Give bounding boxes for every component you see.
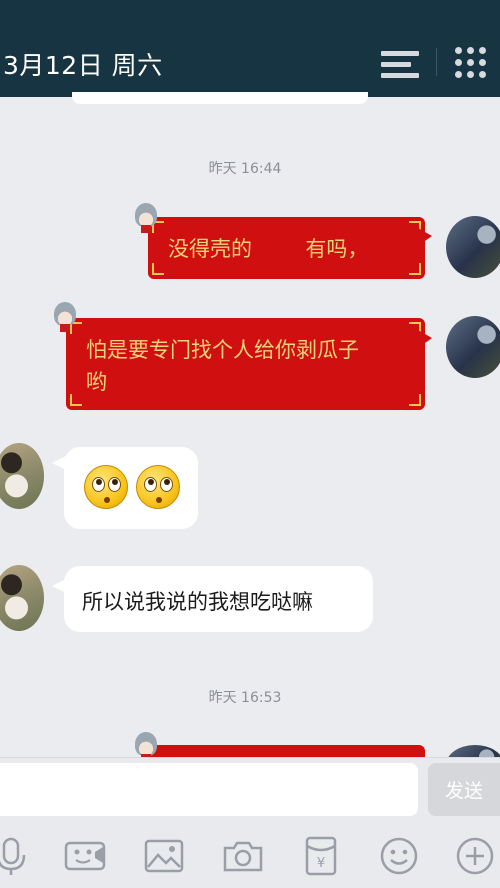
apps-grid-icon[interactable] <box>455 47 487 79</box>
rolling-eyes-emoji <box>84 465 128 509</box>
message-text-line-1: 怕是要专门找个人给你剥瓜子 <box>86 338 359 362</box>
camera-icon[interactable] <box>220 833 266 879</box>
composer-toolbar: ¥ <box>0 823 500 888</box>
rolling-eyes-emoji <box>136 465 180 509</box>
bubble-decoration-icon <box>132 203 160 233</box>
divider <box>436 48 437 76</box>
contact-avatar[interactable] <box>0 565 44 631</box>
bubble-decoration-icon <box>51 302 79 332</box>
outgoing-message-bubble[interactable]: 没得壳的 有吗， <box>148 217 425 279</box>
menu-icon[interactable] <box>381 47 419 81</box>
message-text-line-2: 哟 <box>86 370 107 394</box>
message-input[interactable] <box>0 763 418 816</box>
microphone-icon[interactable] <box>0 833 34 879</box>
my-avatar[interactable] <box>446 316 500 378</box>
image-icon[interactable] <box>141 833 187 879</box>
timestamp: 昨天 16:44 <box>208 161 282 177</box>
my-avatar[interactable] <box>446 216 500 278</box>
page-title: 3月12日 周六 <box>3 51 163 80</box>
incoming-message-bubble[interactable]: 所以说我说的我想吃哒嘛 <box>64 566 373 632</box>
message-text: 没得壳的 有吗， <box>168 237 369 261</box>
top-bar: 3月12日 周六 <box>0 0 500 97</box>
emoji-icon[interactable] <box>376 833 422 879</box>
incoming-message-bubble[interactable] <box>64 447 198 529</box>
plus-icon[interactable] <box>452 833 498 879</box>
red-packet-icon[interactable]: ¥ <box>298 833 344 879</box>
message-text: 所以说我说的我想吃哒嘛 <box>82 590 313 614</box>
outgoing-message-bubble[interactable]: 怕是要专门找个人给你剥瓜子 哟 <box>66 318 425 410</box>
video-icon[interactable] <box>62 833 108 879</box>
bubble-tail <box>418 330 432 348</box>
svg-text:¥: ¥ <box>317 856 325 871</box>
previous-message-bubble <box>72 92 368 104</box>
contact-avatar[interactable] <box>0 443 44 509</box>
timestamp: 昨天 16:53 <box>208 690 282 706</box>
bubble-tail <box>418 228 432 246</box>
send-button[interactable]: 发送 <box>428 763 500 816</box>
